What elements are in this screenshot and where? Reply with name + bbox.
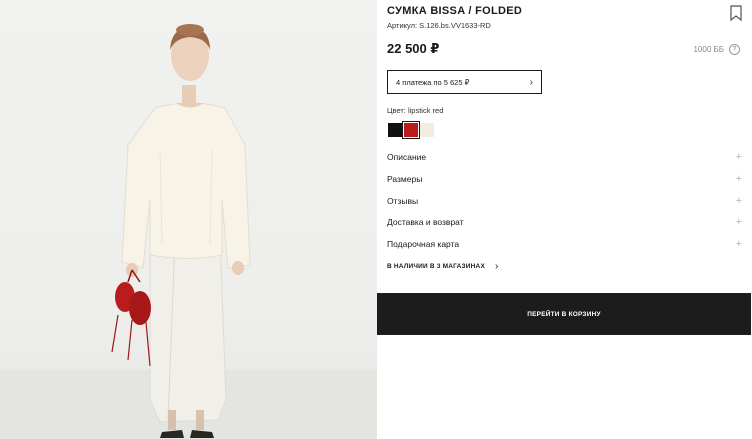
product-info-panel: СУМКА BISSA / FOLDED Артикул: S.126.bs.V… [377,0,752,439]
accordion-label: Размеры [387,174,423,184]
color-label: Цвет: lipstick red [387,106,444,115]
plus-icon: + [735,216,742,228]
plus-icon: + [735,173,742,185]
store-availability-label: В НАЛИЧИИ В 3 МАГАЗИНАХ [387,263,485,270]
accordion-sizes[interactable]: Размеры + [387,171,742,187]
installments-label: 4 платежа по 5 625 ₽ [396,77,470,87]
product-price: 22 500 ₽ [387,41,440,56]
chevron-right-icon: › [494,261,499,272]
swatch-cream[interactable] [420,123,434,137]
color-swatches [388,121,434,139]
plus-icon: + [735,195,742,207]
accordion-label: Подарочная карта [387,239,460,249]
accordion-label: Доставка и возврат [387,217,464,227]
accordion-reviews[interactable]: Отзывы + [387,193,742,209]
accordion-label: Отзывы [387,196,419,206]
swatch-lipstick-red[interactable] [402,121,420,139]
chevron-right-icon: › [529,76,533,88]
accordion-label: Описание [387,152,427,162]
product-sku: Артикул: S.126.bs.VV1633-RD [387,21,491,30]
accordion-description[interactable]: Описание + [387,149,742,165]
product-photo[interactable] [0,0,377,439]
help-icon[interactable]: ? [729,44,740,55]
plus-icon: + [735,151,742,163]
swatch-black[interactable] [388,123,402,137]
go-to-cart-button[interactable]: ПЕРЕЙТИ В КОРЗИНУ [377,293,751,335]
bonus-points-value: 1000 ББ [693,45,724,54]
bonus-points: 1000 ББ ? [693,44,740,55]
accordion-delivery[interactable]: Доставка и возврат + [387,214,742,230]
installments-button[interactable]: 4 платежа по 5 625 ₽ › [387,70,542,94]
plus-icon: + [735,238,742,250]
store-availability-link[interactable]: В НАЛИЧИИ В 3 МАГАЗИНАХ › [387,261,499,272]
bookmark-icon[interactable] [730,5,742,21]
accordion-gift-card[interactable]: Подарочная карта + [387,236,742,252]
product-title: СУМКА BISSA / FOLDED [387,5,523,17]
model-illustration [0,24,377,439]
